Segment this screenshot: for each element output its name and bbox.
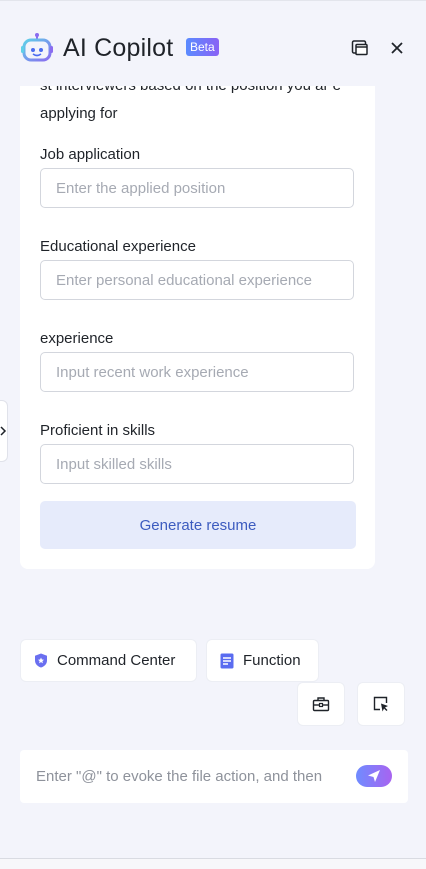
close-button[interactable] xyxy=(387,38,407,58)
close-icon xyxy=(391,42,403,54)
beta-badge: Beta xyxy=(186,38,219,56)
function-button[interactable]: Function xyxy=(206,639,319,682)
sidebar-expand-toggle[interactable] xyxy=(0,400,8,462)
new-window-button[interactable] xyxy=(350,38,370,58)
robot-logo-icon xyxy=(20,33,54,63)
skills-input[interactable] xyxy=(40,444,354,484)
command-center-button[interactable]: Command Center xyxy=(20,639,197,682)
chat-input[interactable] xyxy=(36,750,346,803)
document-icon xyxy=(219,653,235,669)
job-application-label: Job application xyxy=(40,146,141,163)
form-intro-text: st interviewers based on the position yo… xyxy=(40,86,341,122)
educational-experience-input[interactable] xyxy=(40,260,354,300)
pointer-select-icon xyxy=(373,696,388,712)
send-button[interactable] xyxy=(356,765,392,787)
job-application-input[interactable] xyxy=(40,168,354,208)
resume-form-card: st interviewers based on the position yo… xyxy=(20,86,375,569)
new-window-icon xyxy=(351,40,368,56)
send-icon xyxy=(368,770,380,782)
toolbox-icon xyxy=(312,697,330,712)
shield-icon xyxy=(33,653,49,669)
app-title: AI Copilot xyxy=(63,34,174,62)
chevron-right-icon xyxy=(0,426,7,436)
educational-experience-label: Educational experience xyxy=(40,238,196,255)
work-experience-input[interactable] xyxy=(40,352,354,392)
chat-input-bar xyxy=(20,750,408,803)
pointer-select-button[interactable] xyxy=(357,682,405,726)
generate-resume-button[interactable]: Generate resume xyxy=(40,501,356,549)
function-label: Function xyxy=(243,652,301,669)
top-divider xyxy=(0,0,426,1)
work-experience-label: experience xyxy=(40,330,114,347)
bottom-strip xyxy=(0,859,426,869)
toolbox-button[interactable] xyxy=(297,682,345,726)
skills-label: Proficient in skills xyxy=(40,422,156,439)
command-center-label: Command Center xyxy=(57,652,176,669)
